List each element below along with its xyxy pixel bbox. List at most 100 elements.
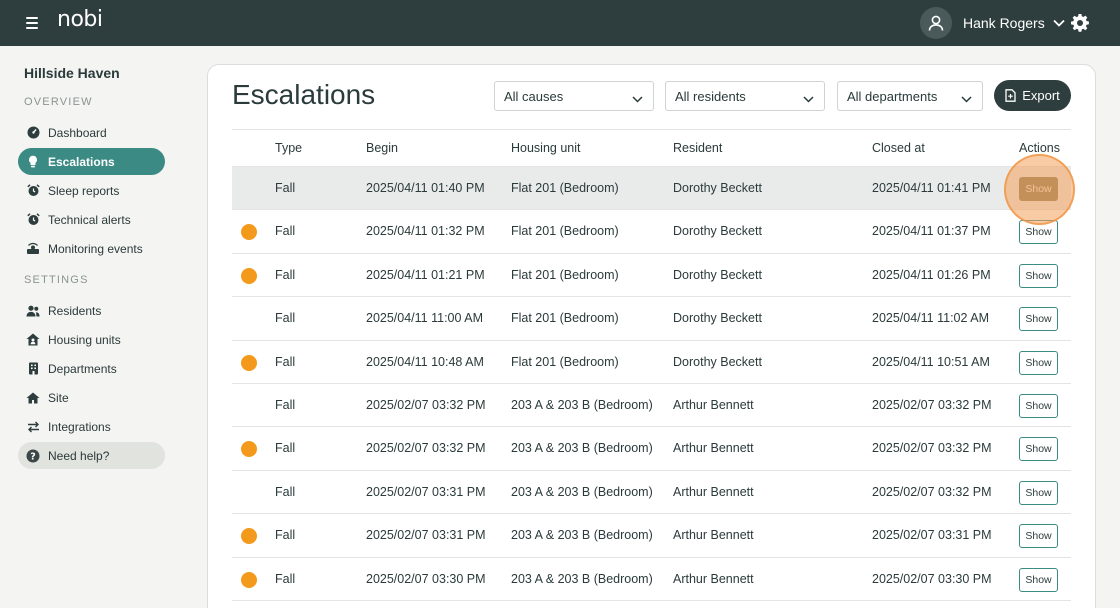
user-avatar-icon — [920, 7, 952, 39]
sidebar-item-escalations[interactable]: Escalations — [18, 148, 165, 175]
residents-filter-select[interactable]: All residents — [665, 81, 825, 111]
bulb-icon — [26, 155, 40, 169]
question-icon: ? — [26, 449, 40, 463]
cell-type: Fall — [275, 484, 296, 499]
column-header-begin[interactable]: Begin — [366, 141, 398, 155]
cell-resident: Dorothy Beckett — [673, 354, 762, 369]
sidebar-item-residents[interactable]: Residents — [18, 297, 165, 324]
table-header: Type Begin Housing unit Resident Closed … — [232, 129, 1071, 167]
home-icon — [26, 391, 40, 405]
cell-housing-unit: Flat 201 (Bedroom) — [511, 311, 619, 326]
cell-housing-unit: Flat 201 (Bedroom) — [511, 354, 619, 369]
status-dot-icon — [241, 571, 257, 588]
cell-closed-at: 2025/02/07 03:32 PM — [872, 397, 992, 412]
cell-begin: 2025/02/07 03:30 PM — [366, 571, 486, 586]
cell-housing-unit: 203 A & 203 B (Bedroom) — [511, 484, 653, 499]
cell-type: Fall — [275, 354, 296, 369]
svg-text:?: ? — [30, 451, 36, 462]
cell-type: Fall — [275, 397, 296, 412]
show-button[interactable]: Show — [1019, 437, 1058, 462]
sidebar-item-integrations[interactable]: Integrations — [18, 413, 165, 440]
sidebar-item-monitoring-events[interactable]: Monitoring events — [18, 235, 165, 262]
table-row[interactable]: Fall 2025/04/11 01:21 PM Flat 201 (Bedroom… — [232, 254, 1071, 298]
user-name: Hank Rogers — [963, 15, 1045, 31]
alarm-clock-icon — [26, 184, 40, 198]
cell-type: Fall — [275, 181, 296, 195]
show-button[interactable]: Show — [1019, 524, 1058, 549]
hamburger-menu-icon[interactable] — [22, 14, 42, 32]
table-row[interactable]: Fall 2025/02/07 03:31 PM 203 A & 203 B (Be… — [232, 471, 1071, 515]
column-header-housing-unit[interactable]: Housing unit — [511, 141, 581, 155]
cell-closed-at: 2025/02/07 03:32 PM — [872, 441, 992, 456]
show-button[interactable]: Show — [1019, 220, 1058, 245]
show-button[interactable]: Show — [1019, 177, 1058, 201]
cell-resident: Dorothy Beckett — [673, 224, 762, 239]
show-button[interactable]: Show — [1019, 567, 1058, 592]
status-dot-icon — [241, 441, 257, 458]
cell-type: Fall — [275, 311, 296, 326]
show-button[interactable]: Show — [1019, 307, 1058, 332]
export-label: Export — [1022, 88, 1060, 103]
cell-closed-at: 2025/04/11 01:37 PM — [872, 224, 991, 239]
cell-closed-at: 2025/02/07 03:32 PM — [872, 484, 992, 499]
gear-icon[interactable] — [1070, 13, 1090, 33]
cell-housing-unit: Flat 201 (Bedroom) — [511, 181, 619, 195]
escalations-table: Type Begin Housing unit Resident Closed … — [232, 129, 1071, 601]
cell-housing-unit: Flat 201 (Bedroom) — [511, 267, 619, 282]
column-header-resident[interactable]: Resident — [673, 141, 722, 155]
cell-housing-unit: 203 A & 203 B (Bedroom) — [511, 571, 653, 586]
cell-resident: Dorothy Beckett — [673, 311, 762, 326]
building-icon — [26, 362, 40, 376]
show-button[interactable]: Show — [1019, 480, 1058, 505]
column-header-type[interactable]: Type — [275, 141, 302, 155]
status-dot-icon — [241, 267, 257, 284]
cell-closed-at: 2025/04/11 01:41 PM — [872, 181, 991, 195]
app-logo[interactable]: nobi — [57, 7, 103, 32]
show-button[interactable]: Show — [1019, 263, 1058, 288]
sidebar-item-need-help[interactable]: ? Need help? — [18, 442, 165, 469]
causes-filter-select[interactable]: All causes — [494, 81, 654, 111]
sidebar-item-label: Monitoring events — [48, 241, 143, 256]
cell-begin: 2025/04/11 01:21 PM — [366, 267, 485, 282]
departments-filter-select[interactable]: All departments — [837, 81, 983, 111]
exchange-arrows-icon — [26, 420, 40, 434]
residents-filter-value: All residents — [675, 88, 746, 104]
page-title: Escalations — [232, 79, 376, 110]
cell-closed-at: 2025/04/11 10:51 AM — [872, 354, 990, 369]
cell-resident: Arthur Bennett — [673, 571, 754, 586]
sidebar-item-site[interactable]: Site — [18, 384, 165, 411]
user-menu[interactable]: Hank Rogers — [920, 7, 1065, 39]
cell-begin: 2025/02/07 03:32 PM — [366, 397, 486, 412]
escalations-card: Escalations All causes All residents All… — [207, 64, 1096, 608]
table-row[interactable]: Fall 2025/02/07 03:31 PM 203 A & 203 B (Be… — [232, 514, 1071, 558]
sidebar-item-housing-units[interactable]: Housing units — [18, 326, 165, 353]
cell-housing-unit: 203 A & 203 B (Bedroom) — [511, 441, 653, 456]
show-button[interactable]: Show — [1019, 393, 1058, 418]
section-label-settings: SETTINGS — [24, 274, 89, 286]
table-row[interactable]: Fall 2025/02/07 03:30 PM 203 A & 203 B (Be… — [232, 558, 1071, 601]
table-row[interactable]: Fall 2025/04/11 01:32 PM Flat 201 (Bedroom… — [232, 210, 1071, 254]
table-row[interactable]: Fall 2025/04/11 01:40 PM Flat 201 (Bedroom… — [232, 167, 1071, 211]
sidebar-item-technical-alerts[interactable]: Technical alerts — [18, 206, 165, 233]
show-button[interactable]: Show — [1019, 350, 1058, 375]
table-body: Fall 2025/04/11 01:40 PM Flat 201 (Bedroom… — [232, 167, 1071, 601]
sidebar-item-dashboard[interactable]: Dashboard — [18, 119, 165, 146]
sidebar: Hillside Haven OVERVIEW Dashboard Escala… — [0, 46, 190, 608]
status-dot-icon — [241, 224, 257, 241]
export-button[interactable]: Export — [994, 80, 1071, 111]
cell-housing-unit: Flat 201 (Bedroom) — [511, 224, 619, 239]
sidebar-item-label: Technical alerts — [48, 212, 131, 227]
cell-housing-unit: 203 A & 203 B (Bedroom) — [511, 528, 653, 543]
column-header-closed-at[interactable]: Closed at — [872, 141, 925, 155]
table-row[interactable]: Fall 2025/04/11 11:00 AM Flat 201 (Bedroom… — [232, 297, 1071, 341]
table-row[interactable]: Fall 2025/02/07 03:32 PM 203 A & 203 B (Be… — [232, 384, 1071, 428]
cell-type: Fall — [275, 267, 296, 282]
sidebar-item-departments[interactable]: Departments — [18, 355, 165, 382]
table-row[interactable]: Fall 2025/02/07 03:32 PM 203 A & 203 B (Be… — [232, 427, 1071, 471]
chevron-down-icon — [632, 91, 643, 106]
cell-begin: 2025/02/07 03:31 PM — [366, 528, 486, 543]
sidebar-item-sleep-reports[interactable]: Sleep reports — [18, 177, 165, 204]
cell-resident: Arthur Bennett — [673, 397, 754, 412]
table-row[interactable]: Fall 2025/04/11 10:48 AM Flat 201 (Bedroom… — [232, 341, 1071, 384]
cell-housing-unit: 203 A & 203 B (Bedroom) — [511, 397, 653, 412]
